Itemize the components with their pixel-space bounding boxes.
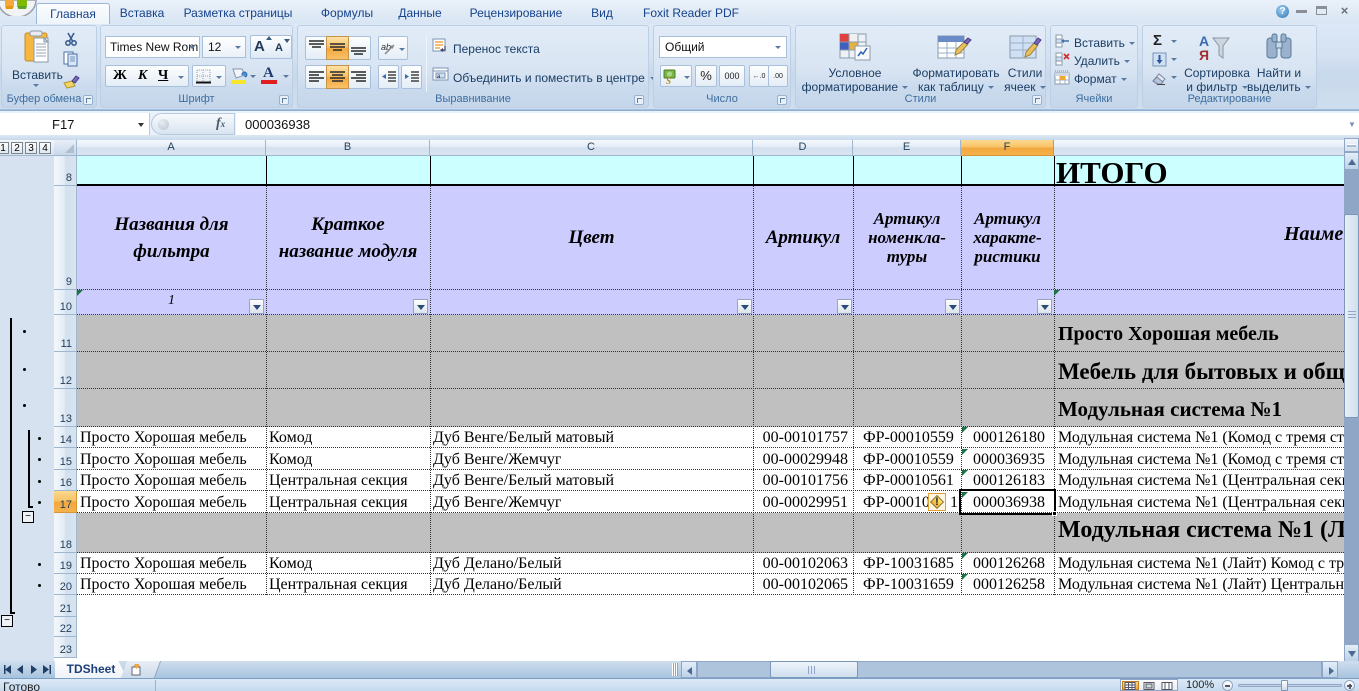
svg-text:Я: Я: [1199, 47, 1209, 63]
svg-text:S: S: [666, 76, 671, 85]
